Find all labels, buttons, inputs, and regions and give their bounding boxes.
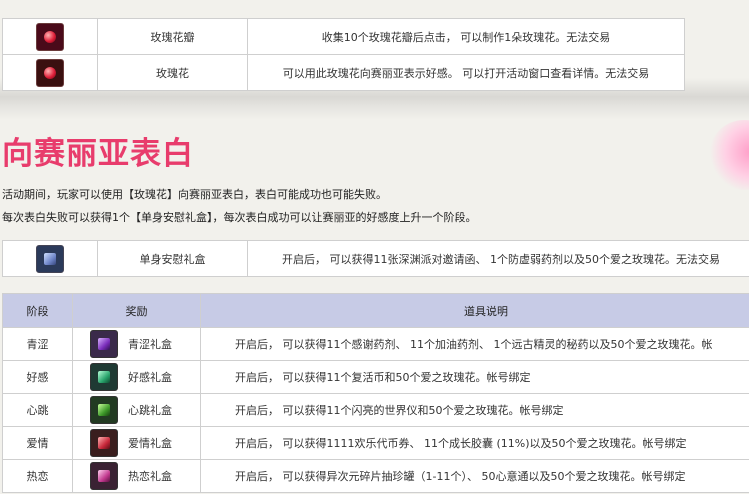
table-row: 爱情 爱情礼盒 开启后， 可以获得1111欢乐代币券、 11个成长胶囊 (11%…	[2, 426, 749, 460]
green-gift-box-icon	[90, 330, 118, 358]
reward-name: 爱情礼盒	[128, 437, 172, 450]
section-title: 向赛丽亚表白	[2, 136, 194, 172]
table-header-row: 阶段 奖励 道具说明	[2, 293, 749, 328]
reward-header: 奖励	[72, 293, 201, 328]
table-row: 玫瑰花 可以用此玫瑰花向赛丽亚表示好感。 可以打开活动窗口查看详情。无法交易	[2, 54, 685, 91]
stage-reward-table: 阶段 奖励 道具说明 青涩 青涩礼盒 开启后， 可以获得11个感谢药剂、 11个…	[2, 293, 749, 493]
item-name: 单身安慰礼盒	[97, 240, 248, 277]
consolation-table: 单身安慰礼盒 开启后， 可以获得11张深渊派对邀请函、 1个防虚弱药剂以及50个…	[2, 240, 749, 277]
table-row: 热恋 热恋礼盒 开启后， 可以获得异次元碎片抽珍罐（1-11个）、 50心意通以…	[2, 459, 749, 493]
stage-cell: 青涩	[2, 327, 73, 361]
stage-description: 开启后， 可以获得11个复活币和50个爱之玫瑰花。帐号绑定	[200, 360, 749, 394]
section-paragraph: 活动期间，玩家可以使用【玫瑰花】向赛丽亚表白，表白可能成功也可能失败。	[2, 188, 387, 201]
item-name: 玫瑰花	[97, 54, 248, 91]
item-description: 可以用此玫瑰花向赛丽亚表示好感。 可以打开活动窗口查看详情。无法交易	[247, 54, 685, 91]
love-gift-box-icon	[90, 429, 118, 457]
table-row: 青涩 青涩礼盒 开启后， 可以获得11个感谢药剂、 11个加油药剂、 1个远古精…	[2, 327, 749, 361]
stage-description: 开启后， 可以获得1111欢乐代币券、 11个成长胶囊 (11%)以及50个爱之…	[200, 426, 749, 460]
passion-gift-box-icon	[90, 462, 118, 490]
stage-description: 开启后， 可以获得11个感谢药剂、 11个加油药剂、 1个远古精灵的秘药以及50…	[200, 327, 749, 361]
consolation-box-icon	[36, 244, 64, 273]
pink-petal-decoration	[709, 120, 749, 190]
item-description: 开启后， 可以获得11张深渊派对邀请函、 1个防虚弱药剂以及50个爱之玫瑰花。无…	[247, 240, 749, 277]
favor-gift-box-icon	[90, 363, 118, 391]
stage-cell: 爱情	[2, 426, 73, 460]
table-row: 心跳 心跳礼盒 开启后， 可以获得11个闪亮的世界仪和50个爱之玫瑰花。帐号绑定	[2, 393, 749, 427]
rose-icon	[36, 58, 64, 87]
reward-name: 青涩礼盒	[128, 338, 172, 351]
reward-name: 心跳礼盒	[128, 404, 172, 417]
table-row: 好感 好感礼盒 开启后， 可以获得11个复活币和50个爱之玫瑰花。帐号绑定	[2, 360, 749, 394]
heartbeat-gift-box-icon	[90, 396, 118, 424]
stage-description: 开启后， 可以获得11个闪亮的世界仪和50个爱之玫瑰花。帐号绑定	[200, 393, 749, 427]
stage-cell: 心跳	[2, 393, 73, 427]
stage-cell: 好感	[2, 360, 73, 394]
reward-name: 好感礼盒	[128, 371, 172, 384]
stage-description: 开启后， 可以获得异次元碎片抽珍罐（1-11个）、 50心意通以及50个爱之玫瑰…	[200, 459, 749, 493]
stage-cell: 热恋	[2, 459, 73, 493]
item-table: 玫瑰花瓣 收集10个玫瑰花瓣后点击， 可以制作1朵玫瑰花。无法交易 玫瑰花 可以…	[2, 18, 685, 91]
description-header: 道具说明	[200, 293, 749, 328]
table-row: 玫瑰花瓣 收集10个玫瑰花瓣后点击， 可以制作1朵玫瑰花。无法交易	[2, 18, 685, 55]
section-paragraph: 每次表白失败可以获得1个【单身安慰礼盒】，每次表白成功可以让赛丽亚的好感度上升一…	[2, 211, 477, 224]
item-name: 玫瑰花瓣	[97, 18, 248, 55]
reward-name: 热恋礼盒	[128, 470, 172, 483]
item-description: 收集10个玫瑰花瓣后点击， 可以制作1朵玫瑰花。无法交易	[247, 18, 685, 55]
table-row: 单身安慰礼盒 开启后， 可以获得11张深渊派对邀请函、 1个防虚弱药剂以及50个…	[2, 240, 749, 277]
rose-petals-icon	[36, 22, 64, 51]
stage-header: 阶段	[2, 293, 73, 328]
